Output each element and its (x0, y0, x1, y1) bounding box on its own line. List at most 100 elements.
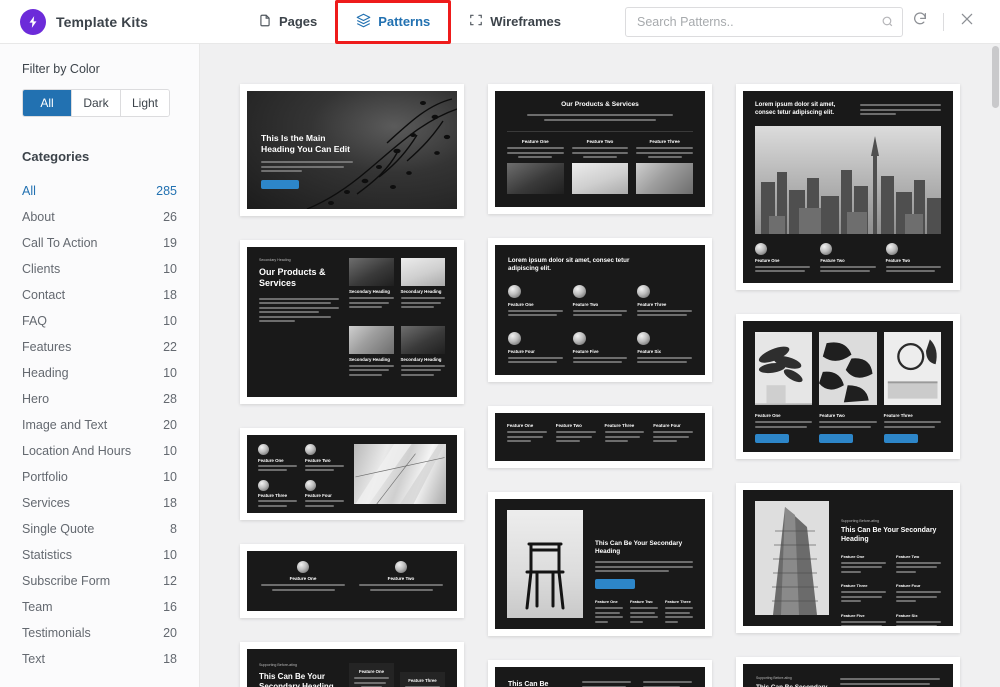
tab-pages-label: Pages (278, 14, 318, 29)
category-testimonials[interactable]: Testimonials 20 (22, 620, 177, 646)
tab-patterns[interactable]: Patterns (344, 6, 442, 38)
feature-label: Feature Three (604, 423, 635, 428)
category-team[interactable]: Team 16 (22, 594, 177, 620)
category-text[interactable]: Text 18 (22, 646, 177, 672)
top-right-actions (903, 5, 1000, 39)
column-label: Feature Six (896, 612, 918, 618)
category-faq[interactable]: FAQ 10 (22, 308, 177, 334)
category-heading[interactable]: Heading 10 (22, 360, 177, 386)
pattern-card-bottom-right[interactable]: Supporting Before-ating This Can Be Seco… (736, 657, 960, 687)
categories-list: All 285 About 26 Call To Action 19 Clien… (0, 178, 199, 672)
lightning-bolt-icon (20, 8, 46, 35)
category-label: Contact (22, 288, 66, 302)
tab-wireframes[interactable]: Wireframes (457, 6, 573, 37)
category-count: 16 (163, 600, 177, 614)
pattern-card-abstract-features[interactable]: Feature One Feature Two Feature Three Fe… (240, 428, 464, 520)
pattern-card-flatiron[interactable]: Supporting Before-ating This Can Be Your… (736, 483, 960, 633)
category-label: Single Quote (22, 522, 95, 536)
card-heading: Our Products & Services (561, 101, 639, 108)
block-label: Feature Three (408, 678, 437, 683)
refresh-icon (912, 11, 928, 32)
category-count: 20 (163, 626, 177, 640)
pattern-card-plants[interactable]: Feature One Feature Two Feature Three (736, 314, 960, 459)
scrollbar-thumb[interactable] (992, 46, 999, 108)
category-contact[interactable]: Contact 18 (22, 282, 177, 308)
category-label: FAQ (22, 314, 48, 328)
category-services[interactable]: Services 18 (22, 490, 177, 516)
category-label: Image and Text (22, 418, 108, 432)
category-count: 19 (163, 236, 177, 250)
search-input[interactable] (625, 6, 903, 37)
category-features[interactable]: Features 22 (22, 334, 177, 360)
category-label: Testimonials (22, 626, 91, 640)
feature-label: Feature Six (637, 348, 661, 354)
close-icon (959, 11, 975, 32)
patterns-grid: This Is the Main Heading You Can Edit Se… (200, 44, 1000, 687)
category-portfolio[interactable]: Portfolio 10 (22, 464, 177, 490)
card-heading: Our Products & Services (259, 267, 326, 289)
category-count: 26 (163, 210, 177, 224)
feature-label: Feature One (521, 139, 549, 145)
category-label: All (22, 184, 36, 198)
content-scrollbar[interactable] (991, 44, 1000, 687)
categories-title: Categories (22, 149, 90, 164)
pattern-card-hero-branch[interactable]: This Is the Main Heading You Can Edit (240, 84, 464, 216)
category-call-to-action[interactable]: Call To Action 19 (22, 230, 177, 256)
eyebrow: Supporting Before-ating (841, 519, 879, 523)
sidebar: Filter by Color All Dark Light Categorie… (0, 44, 200, 687)
category-count: 28 (163, 392, 177, 406)
feature-label: Feature Four (508, 348, 535, 354)
filter-all[interactable]: All (23, 90, 72, 116)
main-nav: Pages Patterns Wireframes (246, 0, 903, 44)
category-label: Heading (22, 366, 69, 380)
pattern-card-chair[interactable]: This Can Be Your Secondary Heading Featu… (488, 492, 712, 636)
card-heading: This Can Be Your Secondary Heading (259, 672, 334, 687)
category-label: Clients (22, 262, 61, 276)
patterns-grid-area[interactable]: This Is the Main Heading You Can Edit Se… (200, 44, 1000, 687)
category-image-and-text[interactable]: Image and Text 20 (22, 412, 177, 438)
category-about[interactable]: About 26 (22, 204, 177, 230)
category-location-and-hours[interactable]: Location And Hours 10 (22, 438, 177, 464)
refresh-button[interactable] (903, 5, 937, 39)
search-container (625, 6, 903, 37)
category-count: 18 (163, 652, 177, 666)
category-label: Statistics (22, 548, 73, 562)
hero-heading: This Is the Main Heading You Can Edit (261, 133, 350, 154)
category-count: 10 (163, 444, 177, 458)
card-heading: This Can Be Your Secondary Heading (595, 540, 683, 555)
pattern-card-six-features[interactable]: Lorem ipsum dolor sit amet, consec tetur… (488, 238, 712, 382)
feature-label: Feature Two (819, 413, 845, 418)
pattern-card-four-features[interactable]: Feature One Feature Two Feature Three Fe… (488, 406, 712, 468)
feature-label: Feature Two (555, 423, 582, 428)
pattern-card-bottom-mid[interactable]: This Can Be Secondary Heading (488, 660, 712, 687)
color-filter-group: All Dark Light (22, 89, 170, 117)
divider (943, 12, 944, 31)
category-count: 12 (163, 574, 177, 588)
category-all[interactable]: All 285 (22, 178, 177, 204)
feature-label: Feature Three (258, 493, 288, 498)
pattern-card-city[interactable]: Lorem ipsum dolor sit amet, consec tetur… (736, 84, 960, 290)
category-label: Team (22, 600, 53, 614)
search-icon (881, 15, 894, 33)
category-clients[interactable]: Clients 10 (22, 256, 177, 282)
pattern-card-products-services[interactable]: Our Products & Services Feature One Feat… (488, 84, 712, 214)
filter-by-color-label: Filter by Color (22, 62, 100, 76)
filter-dark[interactable]: Dark (72, 90, 121, 116)
category-count: 22 (163, 340, 177, 354)
column-label: Feature Two (630, 599, 653, 604)
category-label: Hero (22, 392, 50, 406)
filter-light[interactable]: Light (121, 90, 169, 116)
pattern-card-two-features[interactable]: Feature One Feature Two (240, 544, 464, 618)
category-label: Features (22, 340, 72, 354)
pattern-card-products-grid[interactable]: Secondary Heading Our Products & Service… (240, 240, 464, 404)
pattern-card-bottom-left[interactable]: Supporting Before-ating This Can Be Your… (240, 642, 464, 687)
eyebrow: Supporting Before-ating (756, 676, 792, 680)
feature-label: Feature One (755, 413, 781, 418)
category-single-quote[interactable]: Single Quote 8 (22, 516, 177, 542)
tab-pages[interactable]: Pages (246, 6, 329, 38)
category-statistics[interactable]: Statistics 10 (22, 542, 177, 568)
category-subscribe-form[interactable]: Subscribe Form 12 (22, 568, 177, 594)
close-button[interactable] (950, 5, 984, 39)
category-hero[interactable]: Hero 28 (22, 386, 177, 412)
feature-label: Feature Three (883, 413, 913, 418)
